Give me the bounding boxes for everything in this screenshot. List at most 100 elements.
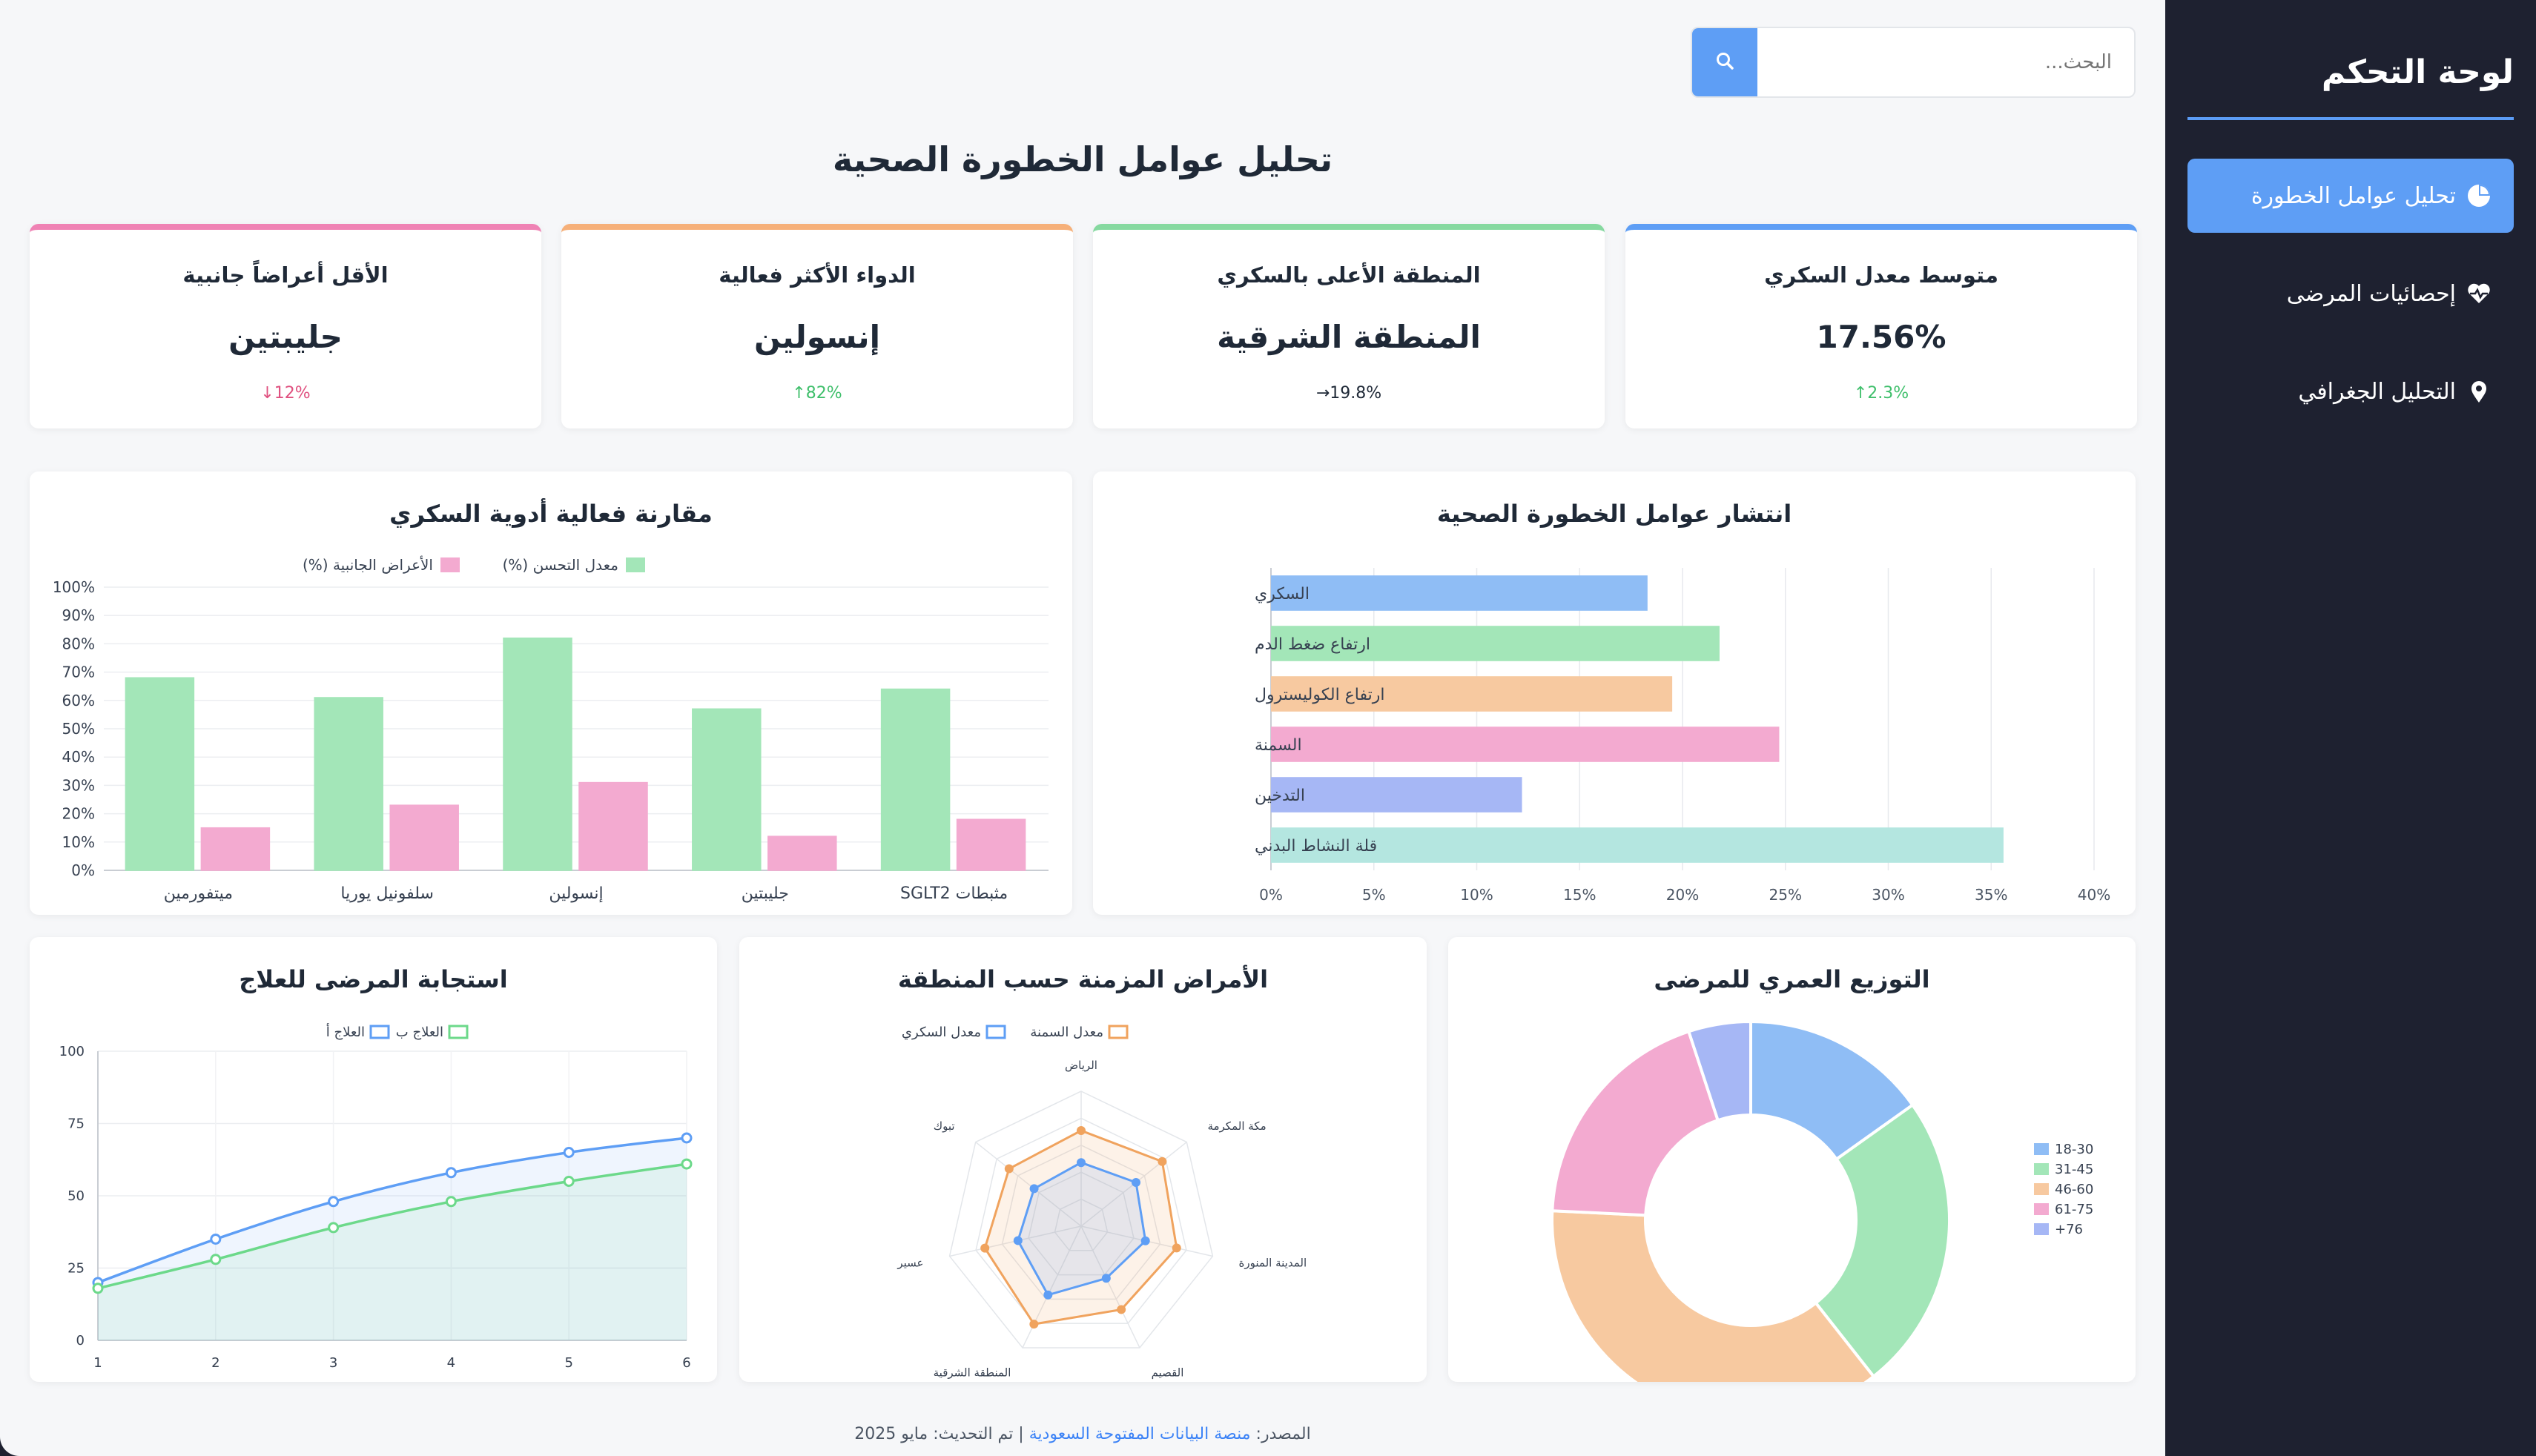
axis-label: الرياض [1065,1059,1097,1072]
bar [389,804,459,871]
bar [314,697,383,871]
category-label: سلفونيل يوريا [340,884,434,903]
search-button[interactable] [1692,28,1757,96]
y-tick-label: 75 [67,1116,85,1132]
kpi-title: الدواء الأكثر فعالية [719,262,916,288]
treatment-response-chart: 0 25 50 75 100 1 2 3 4 5 6 العلاج أ العلاج ب [59,1023,693,1371]
search-box [1691,27,2136,98]
x-tick-label: 2 [211,1355,219,1371]
legend-swatch [440,557,460,572]
bar [767,835,837,871]
x-tick-label: 6 [682,1355,690,1371]
data-point [1004,1164,1014,1174]
pie-chart-icon [2466,183,2492,208]
y-tick-label: 10% [62,833,95,851]
axis-label: المنطقة الشرقية [934,1366,1011,1379]
data-point [563,1176,575,1187]
data-point [1117,1305,1126,1314]
legend-label: 18-30 [2055,1142,2093,1157]
sidebar-item-risk-analysis[interactable]: تحليل عوامل الخطورة [2187,159,2514,233]
legend-swatch [2034,1163,2049,1175]
kpi-title: المنطقة الأعلى بالسكري [1217,262,1481,288]
bar [692,708,762,871]
x-tick-label: 0% [1259,886,1283,904]
x-tick-label: 20% [1666,886,1699,904]
bar [200,827,271,871]
y-tick-label: 100 [59,1044,85,1059]
y-tick-label: 80% [62,635,95,652]
kpi-card-most-effective-drug: الدواء الأكثر فعالية إنسولين 82%↑ [561,224,1073,428]
bar [956,818,1026,871]
bar [1271,575,1648,611]
kpi-change-value: 82% [805,384,842,403]
data-point [1013,1236,1023,1245]
bar [880,688,951,871]
x-tick-label: 5% [1362,886,1386,904]
kpi-title: الأقل أعراضاً جانبية [182,262,389,288]
data-point [445,1167,457,1179]
legend-label: معدل السكري [902,1025,981,1040]
risk-factors-chart: 0% 5% 10% 15% 20% 25% 30% 35% 40% السكري ارتفاع ضغ… [1255,568,2110,904]
y-tick-label: 0% [71,861,95,879]
bar [1271,777,1522,813]
kpi-value: إنسولين [754,319,880,355]
kpi-change-value: 2.3% [1867,384,1909,403]
sidebar-title: لوحة التحكم [2321,53,2514,91]
category-label: إنسولين [549,884,603,903]
category-label: جليبتين [742,884,789,903]
kpi-change: 2.3%↑ [1625,384,2137,403]
axis-label: مكة المكرمة [1207,1119,1266,1133]
legend-swatch [985,1025,1006,1039]
x-tick-label: 35% [1975,886,2007,904]
footer: المصدر: منصة البيانات المفتوحة السعودية … [30,1425,2136,1443]
category-label: ارتفاع ضغط الدم [1255,635,1370,654]
axis-label: المدينة المنورة [1239,1257,1307,1270]
heartbeat-icon [2466,281,2492,306]
legend-swatch [448,1025,469,1039]
y-tick-label: 50 [67,1188,85,1204]
y-tick-label: 60% [62,692,95,709]
y-tick-label: 50% [62,720,95,738]
bar [1271,727,1780,762]
x-tick-label: 4 [447,1355,455,1371]
treatment-response-card: استجابة المرضى للعلاج 0 25 50 75 100 1 2 3 4 5 6 ال… [30,937,717,1382]
y-tick-label: 20% [62,805,95,823]
x-tick-label: 10% [1460,886,1493,904]
legend-label: 31-45 [2055,1162,2093,1177]
category-label: السكري [1255,585,1310,603]
kpi-card-least-side-effects: الأقل أعراضاً جانبية جليبتين 12%↓ [30,224,541,428]
search-input[interactable] [1756,28,2134,96]
kpi-value: جليبتين [228,319,343,355]
sidebar-item-patient-stats[interactable]: إحصائيات المرضى [2187,257,2514,331]
legend-swatch [2034,1203,2049,1215]
legend-swatch [2034,1223,2049,1235]
legend-swatch [1108,1025,1129,1039]
kpi-value: المنطقة الشرقية [1217,319,1481,355]
kpi-change-value: 19.8% [1330,384,1382,403]
source-link[interactable]: منصة البيانات المفتوحة السعودية [1029,1425,1251,1443]
data-point [1029,1320,1039,1329]
data-point [210,1234,222,1245]
data-point [1131,1177,1140,1187]
age-distribution-card: التوزيع العمري للمرضى 18-30 31-45 46-60 61-… [1448,937,2136,1382]
data-point [92,1283,104,1294]
kpi-change-value: 12% [274,384,311,403]
x-tick-label: 3 [329,1355,337,1371]
bar [578,781,648,871]
sidebar-item-geo-analysis[interactable]: التحليل الجغرافي [2187,354,2514,428]
legend-label: العلاج ب [396,1025,443,1040]
kpi-card-avg-diabetes: متوسط معدل السكري 17.56% 2.3%↑ [1625,224,2137,428]
kpi-value: 17.56% [1816,319,1946,355]
data-point [445,1196,457,1208]
legend-label: 46-60 [2055,1182,2093,1197]
legend-label: معدل التحسن (%) [503,556,618,574]
data-point [1140,1236,1150,1245]
data-point [681,1132,693,1144]
page-title: تحليل عوامل الخطورة الصحية [832,139,1333,179]
axis-label: تبوك [934,1119,955,1133]
data-point [681,1158,693,1170]
data-point [1077,1158,1086,1168]
x-tick-label: 15% [1563,886,1596,904]
drug-effectiveness-card: مقارنة فعالية أدوية السكري 0% 10% 20% 30% 40… [30,471,1072,915]
arrow-up-icon: ↑ [1853,384,1868,403]
